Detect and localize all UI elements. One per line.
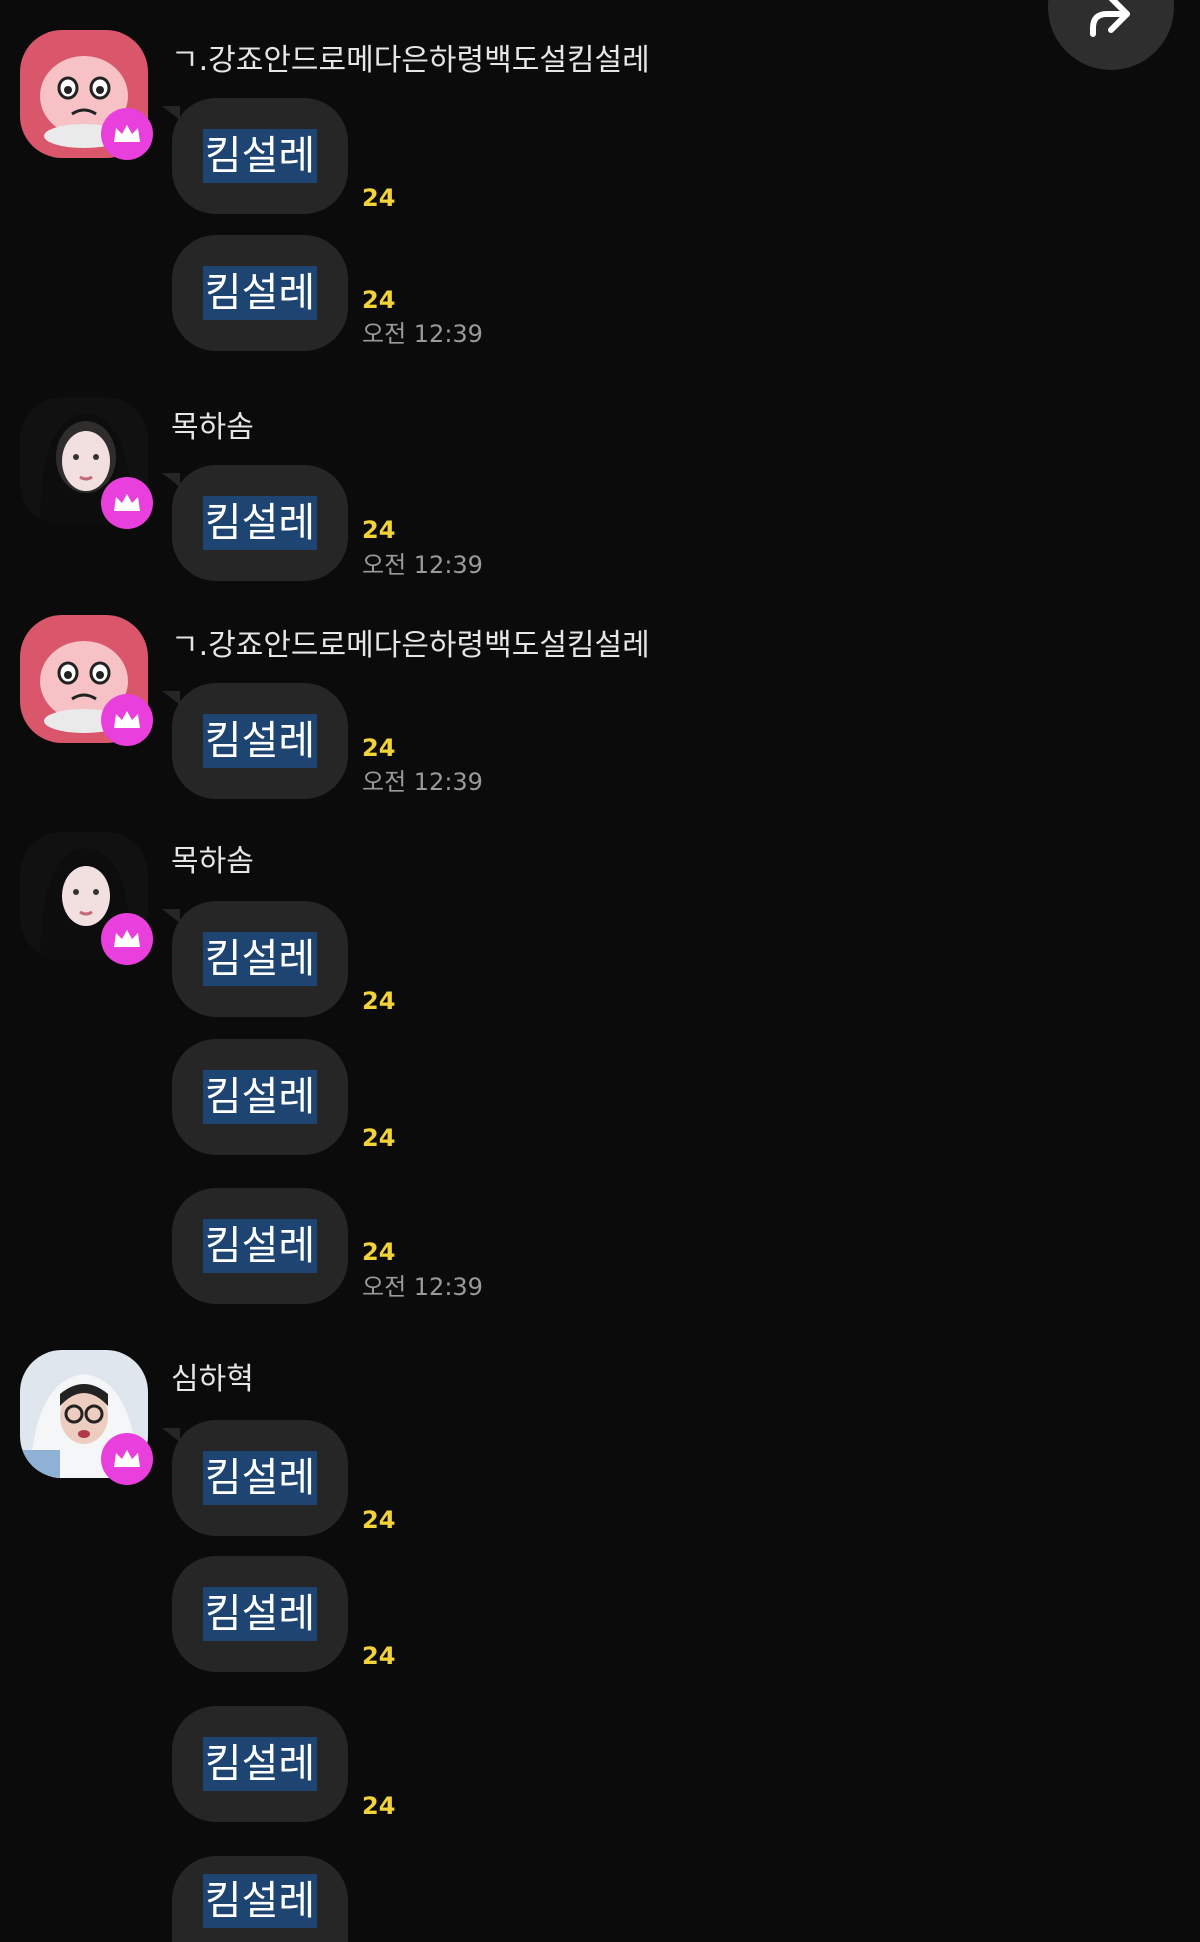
message-time: 오전 12:39 [362, 320, 483, 348]
unread-count: 24 [362, 987, 396, 1015]
share-arrow-icon [1090, 0, 1130, 37]
message-bubble[interactable]: 킴설레 [162, 98, 348, 214]
unread-count: 24 [362, 516, 396, 544]
unread-count: 24 [362, 1506, 396, 1534]
crown-badge [101, 477, 153, 529]
unread-count: 24 [362, 286, 396, 314]
unread-count: 24 [362, 1642, 396, 1670]
message-time: 오전 12:39 [362, 551, 483, 579]
crown-icon [114, 930, 140, 947]
message-time: 오전 12:39 [362, 768, 483, 796]
message-bubble[interactable]: 킴설레 [172, 1706, 348, 1822]
sender-name: 목하솜 [171, 844, 254, 879]
message-text: 킴설레 [202, 1451, 318, 1505]
crown-badge [101, 694, 153, 746]
message-text: 킴설레 [202, 129, 318, 183]
message-bubble[interactable]: 킴설레 [172, 235, 348, 351]
unread-count: 24 [362, 1124, 396, 1152]
chat-room: ㄱ.강죠안드로메다은하령백도설킴설레 킴설레 24 킴설레 24 오전 12:3… [0, 0, 1200, 1942]
message-bubble[interactable]: 킴설레 [172, 1556, 348, 1672]
message-text: 킴설레 [202, 496, 318, 550]
message-text: 킴설레 [202, 266, 318, 320]
unread-count: 24 [362, 1238, 396, 1266]
crown-icon [114, 125, 140, 142]
sender-name: 심하혁 [171, 1362, 254, 1397]
message-text: 킴설레 [202, 932, 318, 986]
message-bubble[interactable]: 킴설레 [162, 683, 348, 799]
sender-name: 목하솜 [171, 410, 254, 445]
message-bubble[interactable]: 킴설레 [172, 1039, 348, 1155]
message-text: 킴설레 [202, 714, 318, 768]
message-bubble[interactable]: 킴설레 [172, 1856, 348, 1942]
message-time: 오전 12:39 [362, 1273, 483, 1301]
message-text: 킴설레 [202, 1874, 318, 1928]
message-text: 킴설레 [202, 1587, 318, 1641]
message-bubble[interactable]: 킴설레 [172, 1188, 348, 1304]
unread-count: 24 [362, 1792, 396, 1820]
message-bubble[interactable]: 킴설레 [162, 901, 348, 1017]
crown-icon [114, 711, 140, 728]
message-text: 킴설레 [202, 1219, 318, 1273]
message-bubble[interactable]: 킴설레 [162, 1420, 348, 1536]
share-button[interactable] [1048, 0, 1174, 70]
crown-badge [101, 1433, 153, 1485]
sender-name: ㄱ.강죠안드로메다은하령백도설킴설레 [171, 628, 650, 663]
unread-count: 24 [362, 734, 396, 762]
crown-badge [101, 913, 153, 965]
message-text: 킴설레 [202, 1737, 318, 1791]
message-text: 킴설레 [202, 1070, 318, 1124]
sender-name: ㄱ.강죠안드로메다은하령백도설킴설레 [171, 43, 650, 78]
unread-count: 24 [362, 184, 396, 212]
crown-icon [114, 1450, 140, 1467]
crown-icon [114, 494, 140, 511]
message-bubble[interactable]: 킴설레 [162, 465, 348, 581]
crown-badge [101, 108, 153, 160]
